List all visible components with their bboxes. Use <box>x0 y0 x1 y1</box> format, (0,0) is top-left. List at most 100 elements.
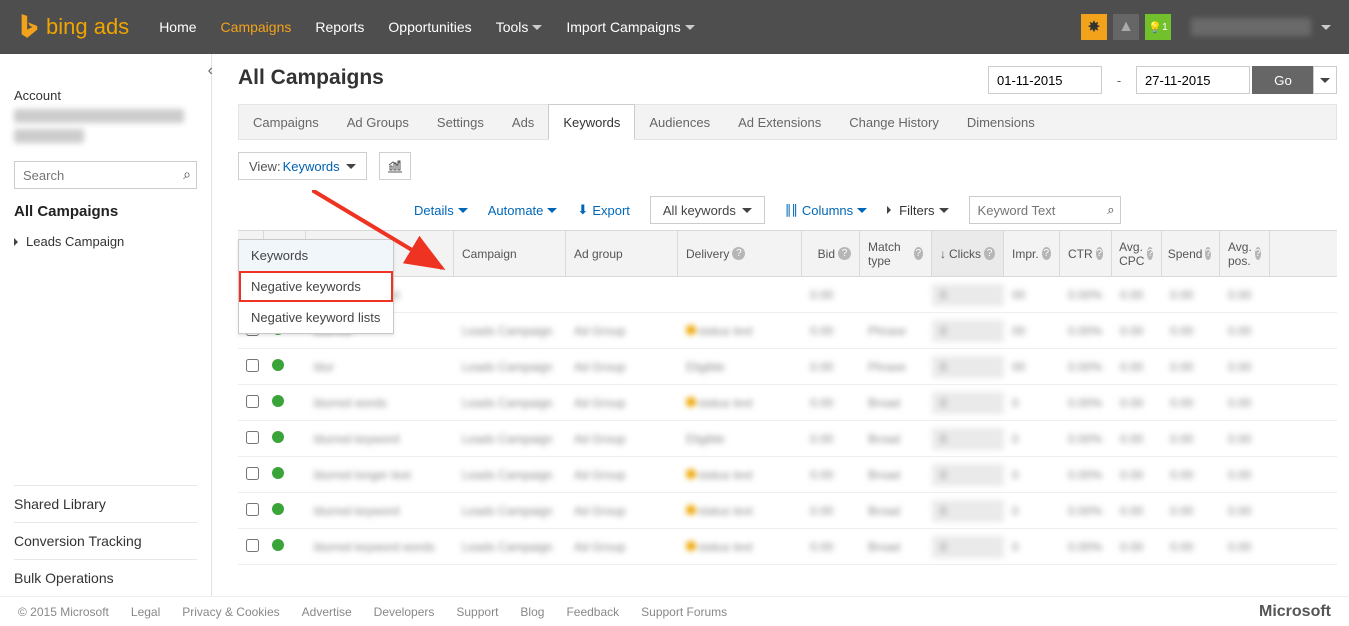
caret-right-icon <box>14 238 22 246</box>
table-row[interactable]: blurred keyword wordsLeads CampaignAd Gr… <box>238 529 1337 565</box>
nav-home[interactable]: Home <box>159 19 196 35</box>
subtab-campaigns[interactable]: Campaigns <box>239 105 333 139</box>
help-icon[interactable]: ? <box>1255 247 1261 260</box>
account-name[interactable] <box>14 109 184 123</box>
table-row[interactable]: blurred keywordLeads CampaignAd Group El… <box>238 421 1337 457</box>
footer-support[interactable]: Support <box>456 605 498 619</box>
help-icon[interactable]: ? <box>732 247 745 260</box>
help-icon[interactable]: ? <box>838 247 851 260</box>
help-icon[interactable]: ? <box>1096 247 1103 260</box>
col-header-ctr[interactable]: CTR? <box>1060 231 1112 276</box>
alert-icon[interactable]: ▲ <box>1113 14 1139 40</box>
row-checkbox[interactable] <box>246 431 259 444</box>
search-icon[interactable]: ⌕ <box>183 166 191 183</box>
help-icon[interactable]: ? <box>1147 247 1153 260</box>
nav-campaigns[interactable]: Campaigns <box>221 19 292 35</box>
view-menu-keywords[interactable]: Keywords <box>239 240 393 271</box>
status-dot-icon <box>272 539 284 551</box>
footer-advertise[interactable]: Advertise <box>302 605 352 619</box>
date-from-input[interactable] <box>988 66 1102 94</box>
nav-import[interactable]: Import Campaigns <box>566 19 694 35</box>
sidebar-leads-campaign[interactable]: Leads Campaign <box>14 234 197 249</box>
view-menu-negative-keywords[interactable]: Negative keywords <box>239 271 393 302</box>
main-nav: Home Campaigns Reports Opportunities Too… <box>159 19 695 35</box>
col-header-clicks[interactable]: ↓Clicks? <box>932 231 1004 276</box>
row-checkbox[interactable] <box>246 467 259 480</box>
col-header-cpc[interactable]: Avg. CPC? <box>1112 231 1162 276</box>
nav-reports[interactable]: Reports <box>315 19 364 35</box>
date-to-input[interactable] <box>1136 66 1250 94</box>
help-icon[interactable]: ? <box>1042 247 1051 260</box>
keywords-table: Keyword Campaign Ad group Delivery? Bid?… <box>238 230 1337 565</box>
footer-privacy[interactable]: Privacy & Cookies <box>182 605 279 619</box>
view-menu: Keywords Negative keywords Negative keyw… <box>238 239 394 334</box>
chart-icon <box>387 159 403 173</box>
table-row[interactable]: blurredLeads CampaignAd Group status tex… <box>238 313 1337 349</box>
table-row[interactable]: blurred keywordLeads CampaignAd Group st… <box>238 493 1337 529</box>
all-keywords-dropdown[interactable]: All keywords <box>650 196 765 224</box>
caret-right-icon <box>887 206 895 214</box>
subtab-ad-extensions[interactable]: Ad Extensions <box>724 105 835 139</box>
sidebar-bulk-operations[interactable]: Bulk Operations <box>14 559 197 596</box>
chevron-down-icon <box>532 25 542 35</box>
chevron-down-icon[interactable] <box>1321 25 1331 35</box>
footer-blog[interactable]: Blog <box>520 605 544 619</box>
subtab-adgroups[interactable]: Ad Groups <box>333 105 423 139</box>
gear-icon[interactable]: ✸ <box>1081 14 1107 40</box>
keyword-search-input[interactable] <box>969 196 1121 224</box>
filters-dropdown[interactable]: Filters <box>887 203 948 218</box>
table-body: blurred keyword 0.00 0000.00%0.000.000.0… <box>238 277 1337 565</box>
nav-opportunities[interactable]: Opportunities <box>388 19 471 35</box>
col-header-adgroup[interactable]: Ad group <box>566 231 678 276</box>
nav-tools[interactable]: Tools <box>496 19 543 35</box>
subtab-dimensions[interactable]: Dimensions <box>953 105 1049 139</box>
date-go-button[interactable]: Go <box>1252 66 1314 94</box>
help-icon[interactable]: ? <box>914 247 923 260</box>
col-header-bid[interactable]: Bid? <box>802 231 860 276</box>
view-dropdown[interactable]: View: Keywords <box>238 152 367 180</box>
subtab-ads[interactable]: Ads <box>498 105 548 139</box>
lightbulb-icon[interactable]: 💡1 <box>1145 14 1171 40</box>
col-header-impr[interactable]: Impr.? <box>1004 231 1060 276</box>
footer-developers[interactable]: Developers <box>374 605 435 619</box>
logo[interactable]: bing ads <box>18 13 129 42</box>
search-icon[interactable]: ⌕ <box>1107 202 1114 218</box>
details-dropdown[interactable]: Details <box>414 203 468 218</box>
row-checkbox[interactable] <box>246 359 259 372</box>
table-row[interactable]: blurred wordsLeads CampaignAd Group stat… <box>238 385 1337 421</box>
automate-dropdown[interactable]: Automate <box>488 203 558 218</box>
sidebar-shared-library[interactable]: Shared Library <box>14 485 197 522</box>
sidebar-search: ⌕ <box>14 161 197 189</box>
user-email[interactable] <box>1191 18 1311 36</box>
subtab-settings[interactable]: Settings <box>423 105 498 139</box>
sidebar-all-campaigns[interactable]: All Campaigns <box>14 203 197 220</box>
row-checkbox[interactable] <box>246 503 259 516</box>
help-icon[interactable]: ? <box>984 247 995 260</box>
subtab-keywords[interactable]: Keywords <box>548 104 635 140</box>
col-header-pos[interactable]: Avg. pos.? <box>1220 231 1270 276</box>
col-header-campaign[interactable]: Campaign <box>454 231 566 276</box>
col-header-delivery[interactable]: Delivery? <box>678 231 802 276</box>
table-row[interactable]: blurLeads CampaignAd Group Eligible0.00P… <box>238 349 1337 385</box>
account-id <box>14 129 84 143</box>
help-icon[interactable]: ? <box>1205 247 1211 260</box>
row-checkbox[interactable] <box>246 395 259 408</box>
table-row[interactable]: blurred longer textLeads CampaignAd Grou… <box>238 457 1337 493</box>
footer-forums[interactable]: Support Forums <box>641 605 727 619</box>
columns-dropdown[interactable]: ∥∥Columns <box>785 202 867 218</box>
date-range-dropdown[interactable] <box>1313 66 1337 94</box>
sidebar-search-input[interactable] <box>14 161 197 189</box>
subtab-change-history[interactable]: Change History <box>835 105 953 139</box>
col-header-match-type[interactable]: Match type? <box>860 231 932 276</box>
chart-toggle-button[interactable] <box>379 152 411 180</box>
sidebar-conversion-tracking[interactable]: Conversion Tracking <box>14 522 197 559</box>
footer-microsoft[interactable]: Microsoft <box>1259 603 1331 621</box>
view-menu-negative-keyword-lists[interactable]: Negative keyword lists <box>239 302 393 333</box>
subtab-audiences[interactable]: Audiences <box>635 105 724 139</box>
subtabs: Campaigns Ad Groups Settings Ads Keyword… <box>238 104 1337 140</box>
footer-legal[interactable]: Legal <box>131 605 160 619</box>
row-checkbox[interactable] <box>246 539 259 552</box>
footer-feedback[interactable]: Feedback <box>566 605 619 619</box>
export-link[interactable]: ⬇Export <box>577 202 629 218</box>
col-header-spend[interactable]: Spend? <box>1162 231 1220 276</box>
